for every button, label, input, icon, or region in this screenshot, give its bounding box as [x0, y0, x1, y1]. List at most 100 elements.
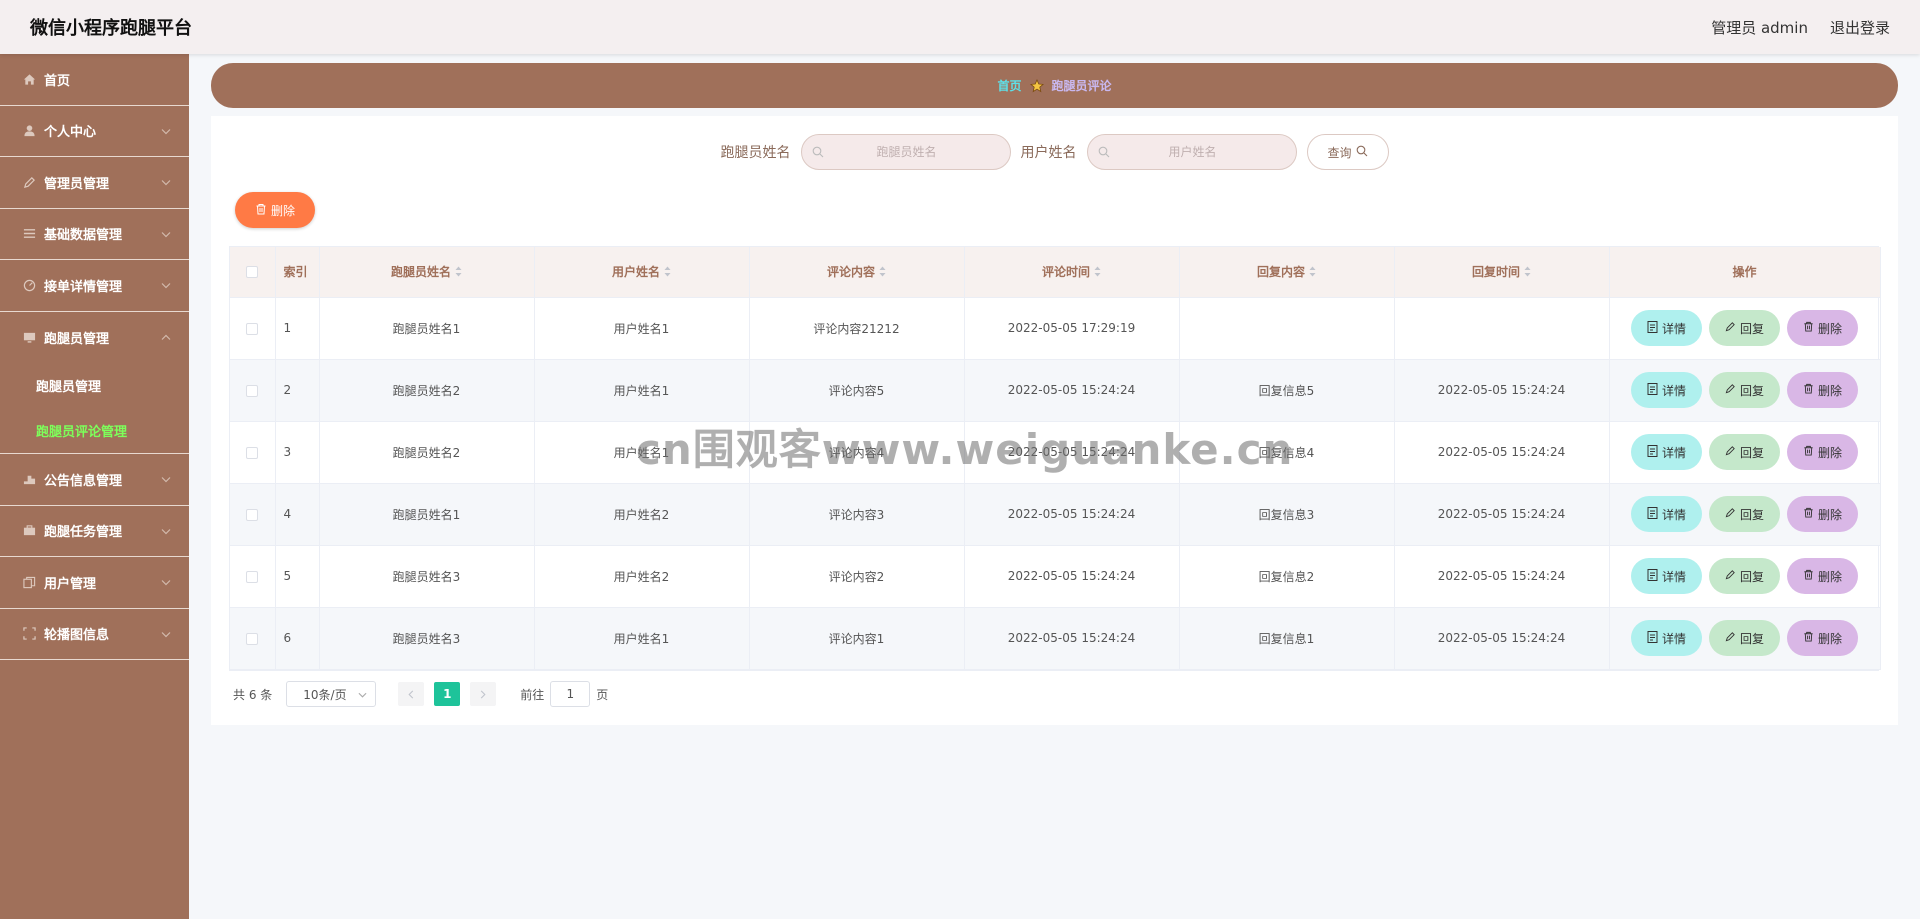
delete-button[interactable]: 删除 [1787, 558, 1858, 594]
sort-icon[interactable] [1524, 266, 1531, 280]
admin-user-label[interactable]: 管理员 admin [1711, 17, 1808, 38]
sidebar-group-runner: 跑腿员管理 跑腿员管理 跑腿员评论管理 [0, 312, 189, 454]
sidebar-item-basic-data[interactable]: 基础数据管理 [0, 209, 189, 260]
reply-button[interactable]: 回复 [1709, 558, 1780, 594]
header-label: 评论内容 [826, 265, 875, 280]
delete-label: 删除 [1817, 631, 1842, 646]
delete-button[interactable]: 删除 [1787, 434, 1858, 470]
table-header-row: 索引 跑腿员姓名 用户姓名 评论内容 评论时间 回复内容 回复时间 操作 [230, 247, 1881, 298]
row-actions: 详情 回复 删除 [1610, 496, 1880, 532]
sidebar-subitem-runner-list[interactable]: 跑腿员管理 [0, 363, 189, 408]
select-all-cell [230, 247, 276, 298]
header-comment-time[interactable]: 评论时间 [964, 247, 1180, 298]
row-checkbox[interactable] [246, 570, 259, 583]
page-size-select[interactable]: 10条/页 [286, 681, 377, 707]
next-page-button[interactable] [470, 682, 497, 706]
sidebar-item-runner[interactable]: 跑腿员管理 [0, 312, 189, 364]
page-number-current[interactable]: 1 [434, 682, 461, 706]
delete-label: 删除 [1817, 445, 1842, 460]
delete-button[interactable]: 删除 [1787, 496, 1858, 532]
reply-button[interactable]: 回复 [1709, 496, 1780, 532]
breadcrumb-home[interactable]: 首页 [997, 77, 1021, 94]
trash-icon [1803, 321, 1814, 335]
goto-page-input[interactable]: 1 [550, 681, 591, 707]
row-checkbox[interactable] [246, 384, 259, 397]
sort-icon[interactable] [1309, 266, 1316, 280]
sidebar-item-announcements[interactable]: 公告信息管理 [0, 454, 189, 506]
row-checkbox[interactable] [246, 322, 259, 335]
cell-reply: 回复信息4 [1179, 421, 1395, 484]
edit-icon [1725, 445, 1736, 459]
runner-name-input[interactable] [823, 145, 1010, 159]
detail-button[interactable]: 详情 [1631, 558, 1702, 594]
delete-button[interactable]: 删除 [1787, 372, 1858, 408]
sidebar-item-tasks[interactable]: 跑腿任务管理 [0, 506, 189, 557]
header-user[interactable]: 用户姓名 [534, 247, 750, 298]
query-button[interactable]: 查询 [1306, 134, 1389, 170]
sidebar-item-home[interactable]: 首页 [0, 54, 189, 106]
sidebar-item-order-details[interactable]: 接单详情管理 [0, 260, 189, 312]
breadcrumb: 首页 跑腿员评论 [211, 63, 1898, 108]
page-size-value: 10条/页 [303, 687, 347, 702]
row-select-cell [230, 297, 276, 360]
reply-button[interactable]: 回复 [1709, 620, 1780, 656]
cell-reply-time: 2022-05-05 15:24:24 [1394, 483, 1610, 546]
sort-icon[interactable] [879, 266, 886, 280]
sort-icon[interactable] [664, 266, 671, 280]
header-label: 用户姓名 [611, 265, 660, 280]
row-actions: 详情 回复 删除 [1610, 434, 1880, 470]
detail-button[interactable]: 详情 [1631, 496, 1702, 532]
reply-label: 回复 [1739, 631, 1764, 646]
detail-label: 详情 [1661, 569, 1686, 584]
delete-button[interactable]: 删除 [1787, 310, 1858, 346]
select-all-checkbox[interactable] [246, 266, 259, 279]
user-name-input[interactable] [1109, 145, 1296, 159]
chevron-down-icon [161, 523, 171, 538]
detail-button[interactable]: 详情 [1631, 434, 1702, 470]
prev-page-button[interactable] [398, 682, 425, 706]
sidebar-item-admin[interactable]: 管理员管理 [0, 157, 189, 209]
delete-button[interactable]: 删除 [1787, 620, 1858, 656]
reply-button[interactable]: 回复 [1709, 434, 1780, 470]
sort-icon[interactable] [455, 266, 462, 280]
row-checkbox[interactable] [246, 446, 259, 459]
header-ops: 操作 [1609, 247, 1881, 298]
row-actions: 详情 回复 删除 [1610, 558, 1880, 594]
header-reply-time[interactable]: 回复时间 [1394, 247, 1610, 298]
detail-button[interactable]: 详情 [1631, 372, 1702, 408]
batch-delete-label: 删除 [270, 203, 295, 218]
chevron-left-icon [408, 690, 414, 698]
cell-index: 1 [275, 297, 320, 360]
sidebar-item-label: 接单详情管理 [44, 279, 123, 295]
sidebar: 首页 个人中心 管理员管理 基础数据管理 接单详情管理 跑腿员管理 跑腿员管理 … [0, 54, 189, 919]
header-reply[interactable]: 回复内容 [1179, 247, 1395, 298]
detail-button[interactable]: 详情 [1631, 620, 1702, 656]
detail-button[interactable]: 详情 [1631, 310, 1702, 346]
sidebar-item-users[interactable]: 用户管理 [0, 557, 189, 609]
sidebar-item-profile[interactable]: 个人中心 [0, 106, 189, 157]
sidebar-subitem-runner-comments[interactable]: 跑腿员评论管理 [0, 408, 189, 453]
row-checkbox[interactable] [246, 632, 259, 645]
row-checkbox[interactable] [246, 508, 259, 521]
header-comment[interactable]: 评论内容 [749, 247, 965, 298]
cell-user: 用户姓名2 [534, 483, 750, 546]
pagination-total: 共 6 条 [233, 687, 273, 702]
batch-delete-button[interactable]: 删除 [235, 192, 315, 228]
header-runner[interactable]: 跑腿员姓名 [319, 247, 535, 298]
logout-button[interactable]: 退出登录 [1830, 17, 1890, 38]
reply-button[interactable]: 回复 [1709, 310, 1780, 346]
reply-button[interactable]: 回复 [1709, 372, 1780, 408]
table-row: 5 跑腿员姓名3 用户姓名2 评论内容2 2022-05-05 15:24:24 回复信息… [230, 545, 1881, 608]
search-icon [1098, 143, 1110, 162]
sort-icon[interactable] [1094, 266, 1101, 280]
cell-reply-time: 2022-05-05 15:24:24 [1394, 607, 1610, 670]
cell-reply: 回复信息5 [1179, 359, 1395, 422]
cell-reply-time: 2022-05-05 15:24:24 [1394, 545, 1610, 608]
cell-comment: 评论内容3 [749, 483, 965, 546]
sidebar-item-label: 公告信息管理 [44, 473, 123, 489]
sidebar-item-label: 管理员管理 [44, 176, 110, 192]
cell-comment-time: 2022-05-05 17:29:19 [964, 297, 1180, 360]
sidebar-item-carousel[interactable]: 轮播图信息 [0, 609, 189, 660]
sidebar-item-label: 用户管理 [44, 576, 97, 592]
cell-comment-time: 2022-05-05 15:24:24 [964, 545, 1180, 608]
